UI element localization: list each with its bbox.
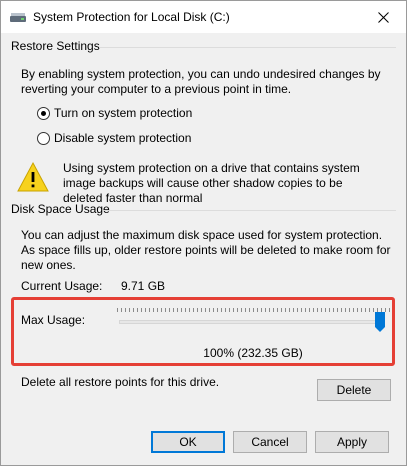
close-icon bbox=[377, 11, 389, 23]
ok-button-label: OK bbox=[179, 435, 197, 449]
window-title: System Protection for Local Disk (C:) bbox=[33, 10, 230, 24]
radio-turn-on-protection[interactable]: Turn on system protection bbox=[37, 106, 192, 120]
restore-settings-divider bbox=[99, 47, 396, 48]
close-button[interactable] bbox=[360, 1, 406, 33]
radio-disable-label: Disable system protection bbox=[54, 131, 192, 145]
delete-restore-points-text: Delete all restore points for this drive… bbox=[21, 375, 220, 389]
max-usage-highlight-box bbox=[11, 297, 395, 366]
apply-button-label: Apply bbox=[336, 435, 368, 449]
cancel-button-label: Cancel bbox=[251, 435, 289, 449]
restore-settings-heading: Restore Settings bbox=[11, 39, 100, 53]
current-usage-label: Current Usage: bbox=[21, 279, 103, 293]
radio-button-selected[interactable] bbox=[37, 106, 50, 120]
ok-button[interactable]: OK bbox=[151, 431, 225, 453]
disk-space-description: You can adjust the maximum disk space us… bbox=[21, 228, 391, 272]
warning-text: Using system protection on a drive that … bbox=[63, 161, 360, 205]
radio-turn-on-label: Turn on system protection bbox=[54, 106, 193, 120]
cancel-button[interactable]: Cancel bbox=[233, 431, 307, 453]
disk-space-divider bbox=[103, 210, 396, 211]
warning-icon bbox=[17, 161, 49, 192]
current-usage-value: 9.71 GB bbox=[121, 279, 166, 293]
drive-icon bbox=[10, 12, 26, 22]
delete-button[interactable]: Delete bbox=[317, 379, 391, 401]
restore-settings-description: By enabling system protection, you can u… bbox=[21, 67, 381, 96]
radio-button-unselected[interactable] bbox=[37, 131, 50, 145]
disk-space-heading: Disk Space Usage bbox=[11, 202, 110, 216]
title-bar: System Protection for Local Disk (C:) bbox=[1, 1, 406, 33]
radio-disable-protection[interactable]: Disable system protection bbox=[37, 131, 191, 145]
apply-button[interactable]: Apply bbox=[315, 431, 389, 453]
system-protection-dialog: System Protection for Local Disk (C:) Re… bbox=[0, 0, 407, 466]
delete-button-label: Delete bbox=[336, 383, 372, 397]
